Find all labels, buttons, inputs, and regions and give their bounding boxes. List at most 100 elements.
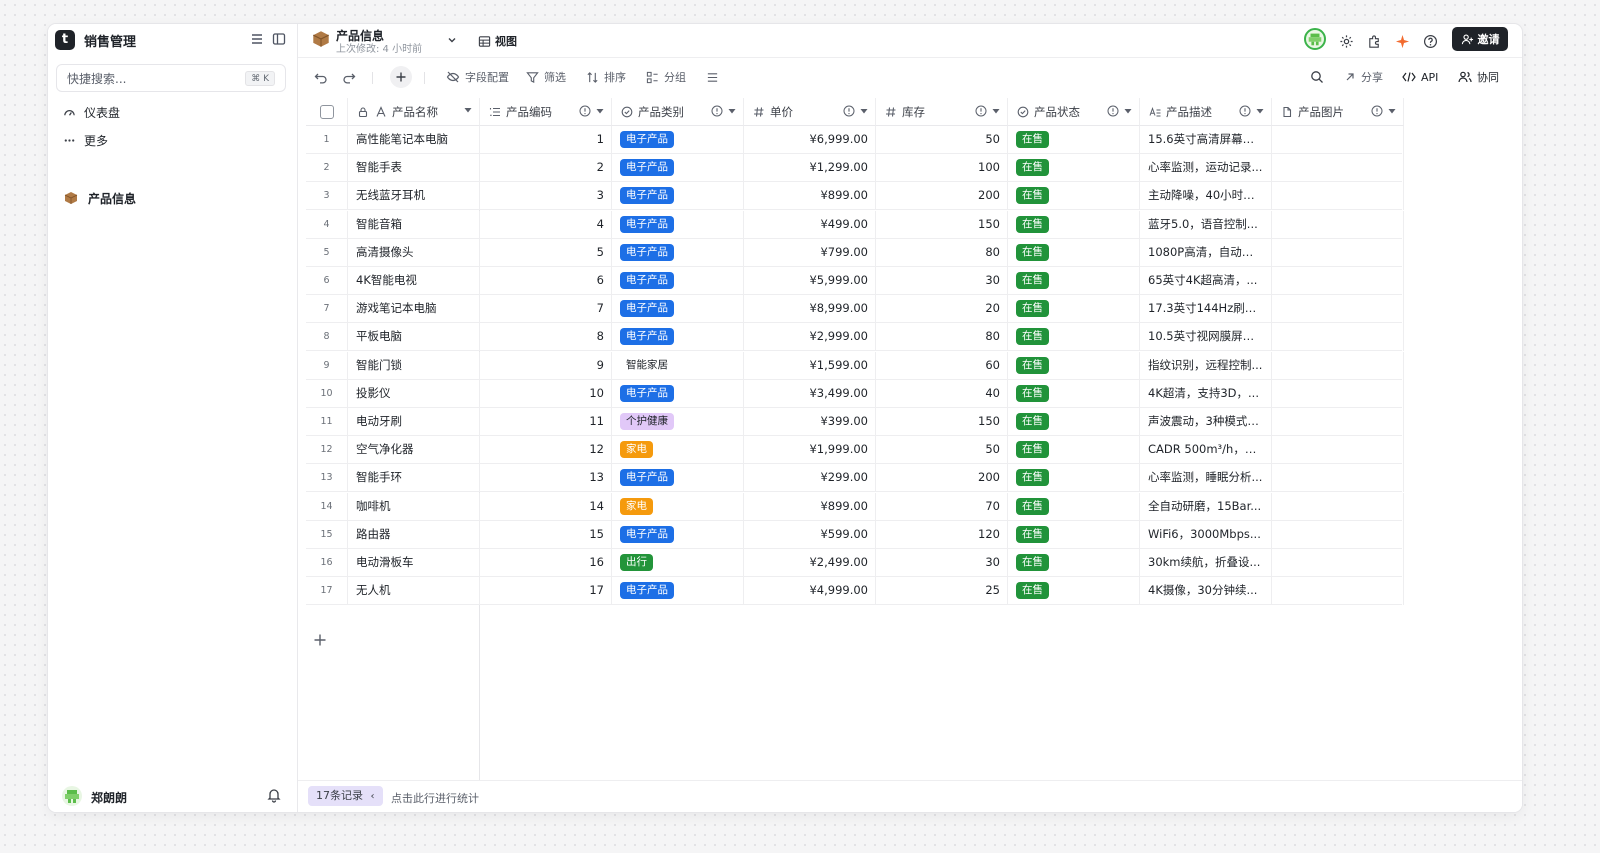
table-row[interactable]: 2 智能手表 2 电子产品 ¥1,299.00 100 在售 心率监测，运动记录... (306, 154, 1404, 183)
cell-description[interactable]: 15.6英寸高清屏幕，... (1140, 126, 1272, 154)
cell-price[interactable]: ¥2,999.00 (744, 323, 876, 352)
cell-product-name[interactable]: 高性能笔记本电脑 (348, 126, 480, 154)
table-row[interactable]: 10 投影仪 10 电子产品 ¥3,499.00 40 在售 4K超清，支持3D，... (306, 379, 1404, 408)
table-row[interactable]: 12 空气净化器 12 家电 ¥1,999.00 50 在售 CADR 500m³/h，智..… (306, 436, 1404, 465)
chevron-down-icon[interactable] (446, 34, 458, 46)
cell-stock[interactable]: 70 (876, 492, 1008, 521)
table-row[interactable]: 15 路由器 15 电子产品 ¥599.00 120 在售 WiFi6，3000Mbps... (306, 520, 1404, 549)
cell-product-code[interactable]: 16 (480, 549, 612, 577)
cell-product-code[interactable]: 7 (480, 295, 612, 324)
column-header[interactable]: 产品状态 (1008, 98, 1140, 126)
cell-product-code[interactable]: 2 (480, 154, 612, 183)
table-row[interactable]: 17 无人机 17 电子产品 ¥4,999.00 25 在售 4K摄像，30分钟续... (306, 577, 1404, 606)
table-row[interactable]: 6 4K智能电视 6 电子产品 ¥5,999.00 30 在售 65英寸4K超高清，... (306, 267, 1404, 295)
cell-price[interactable]: ¥399.00 (744, 408, 876, 436)
cell-status[interactable]: 在售 (1008, 154, 1140, 183)
cell-status[interactable]: 在售 (1008, 520, 1140, 549)
cell-status[interactable]: 在售 (1008, 549, 1140, 577)
share-button[interactable]: 分享 (1344, 68, 1383, 86)
cell-category[interactable]: 电子产品 (612, 182, 744, 211)
column-header[interactable]: 库存 (876, 98, 1008, 126)
table-row[interactable]: 14 咖啡机 14 家电 ¥899.00 70 在售 全自动研磨，15Bar... (306, 492, 1404, 521)
column-menu-icon[interactable] (1387, 106, 1397, 116)
column-header[interactable]: 单价 (744, 98, 876, 126)
table-row[interactable]: 8 平板电脑 8 电子产品 ¥2,999.00 80 在售 10.5英寸视网膜屏，... (306, 323, 1404, 352)
help-icon[interactable] (1420, 31, 1440, 51)
cell-product-code[interactable]: 3 (480, 182, 612, 211)
redo-icon[interactable] (342, 68, 361, 86)
cell-description[interactable]: 全自动研磨，15Bar... (1140, 492, 1272, 521)
cell-category[interactable]: 电子产品 (612, 520, 744, 549)
info-icon[interactable] (975, 105, 987, 117)
cell-category[interactable]: 电子产品 (612, 210, 744, 239)
cell-stock[interactable]: 20 (876, 295, 1008, 324)
cell-image[interactable] (1272, 323, 1404, 352)
cell-product-code[interactable]: 8 (480, 323, 612, 352)
cell-image[interactable] (1272, 492, 1404, 521)
cell-category[interactable]: 电子产品 (612, 295, 744, 324)
info-icon[interactable] (1371, 105, 1383, 117)
cell-price[interactable]: ¥5,999.00 (744, 267, 876, 295)
cell-price[interactable]: ¥1,599.00 (744, 351, 876, 380)
cell-stock[interactable]: 120 (876, 520, 1008, 549)
cell-category[interactable]: 电子产品 (612, 267, 744, 295)
cell-image[interactable] (1272, 408, 1404, 436)
column-menu-icon[interactable] (991, 106, 1001, 116)
cell-product-name[interactable]: 智能音箱 (348, 210, 480, 239)
cell-description[interactable]: 指纹识别，远程控制... (1140, 351, 1272, 380)
cell-image[interactable] (1272, 267, 1404, 295)
cell-status[interactable]: 在售 (1008, 182, 1140, 211)
cell-product-code[interactable]: 9 (480, 351, 612, 380)
ai-sparkle-icon[interactable] (1392, 31, 1412, 51)
cell-product-code[interactable]: 5 (480, 238, 612, 267)
cell-price[interactable]: ¥899.00 (744, 492, 876, 521)
cell-category[interactable]: 智能家居 (612, 351, 744, 380)
cell-description[interactable]: CADR 500m³/h，智... (1140, 436, 1272, 465)
row-height-icon[interactable] (706, 68, 724, 86)
cell-status[interactable]: 在售 (1008, 379, 1140, 408)
record-count-badge[interactable]: 17条记录 ‹ (308, 786, 383, 806)
cell-image[interactable] (1272, 351, 1404, 380)
avatar[interactable] (62, 786, 82, 806)
cell-status[interactable]: 在售 (1008, 126, 1140, 154)
cell-product-name[interactable]: 智能门锁 (348, 351, 480, 380)
search-input[interactable] (67, 70, 237, 88)
table-row[interactable]: 16 电动滑板车 16 出行 ¥2,499.00 30 在售 30km续航，折叠设... (306, 549, 1404, 577)
menu-icon[interactable] (248, 30, 266, 48)
stats-hint[interactable]: 点击此行进行统计 (391, 790, 479, 806)
cell-image[interactable] (1272, 436, 1404, 465)
cell-description[interactable]: 声波震动，3种模式，... (1140, 408, 1272, 436)
cell-product-name[interactable]: 智能手环 (348, 464, 480, 493)
cell-description[interactable]: 主动降噪，40小时续... (1140, 182, 1272, 211)
cell-status[interactable]: 在售 (1008, 323, 1140, 352)
cell-price[interactable]: ¥1,299.00 (744, 154, 876, 183)
view-button[interactable]: 视图 (478, 31, 517, 51)
column-menu-icon[interactable] (595, 106, 605, 116)
cell-category[interactable]: 电子产品 (612, 323, 744, 352)
cell-product-code[interactable]: 6 (480, 267, 612, 295)
cell-category[interactable]: 家电 (612, 436, 744, 465)
column-header[interactable]: 产品描述 (1140, 98, 1272, 126)
select-all-checkbox[interactable] (319, 104, 334, 119)
sidebar-table-product-info[interactable]: 产品信息 (56, 186, 286, 210)
cell-image[interactable] (1272, 379, 1404, 408)
cell-price[interactable]: ¥3,499.00 (744, 379, 876, 408)
cell-stock[interactable]: 25 (876, 577, 1008, 606)
online-user-avatar[interactable] (1304, 28, 1326, 50)
info-icon[interactable] (843, 105, 855, 117)
settings-gear-icon[interactable] (1336, 31, 1356, 51)
cell-product-code[interactable]: 14 (480, 492, 612, 521)
cell-product-code[interactable]: 13 (480, 464, 612, 493)
cell-status[interactable]: 在售 (1008, 408, 1140, 436)
table-row[interactable]: 9 智能门锁 9 智能家居 ¥1,599.00 60 在售 指纹识别，远程控制... (306, 351, 1404, 380)
table-row[interactable]: 5 高清摄像头 5 电子产品 ¥799.00 80 在售 1080P高清，自动对... (306, 238, 1404, 267)
cell-price[interactable]: ¥799.00 (744, 238, 876, 267)
cell-price[interactable]: ¥499.00 (744, 210, 876, 239)
cell-product-name[interactable]: 无线蓝牙耳机 (348, 182, 480, 211)
cell-product-name[interactable]: 咖啡机 (348, 492, 480, 521)
cell-status[interactable]: 在售 (1008, 210, 1140, 239)
cell-image[interactable] (1272, 154, 1404, 183)
table-row[interactable]: 11 电动牙刷 11 个护健康 ¥399.00 150 在售 声波震动，3种模式，... (306, 408, 1404, 436)
cell-status[interactable]: 在售 (1008, 351, 1140, 380)
cell-status[interactable]: 在售 (1008, 267, 1140, 295)
